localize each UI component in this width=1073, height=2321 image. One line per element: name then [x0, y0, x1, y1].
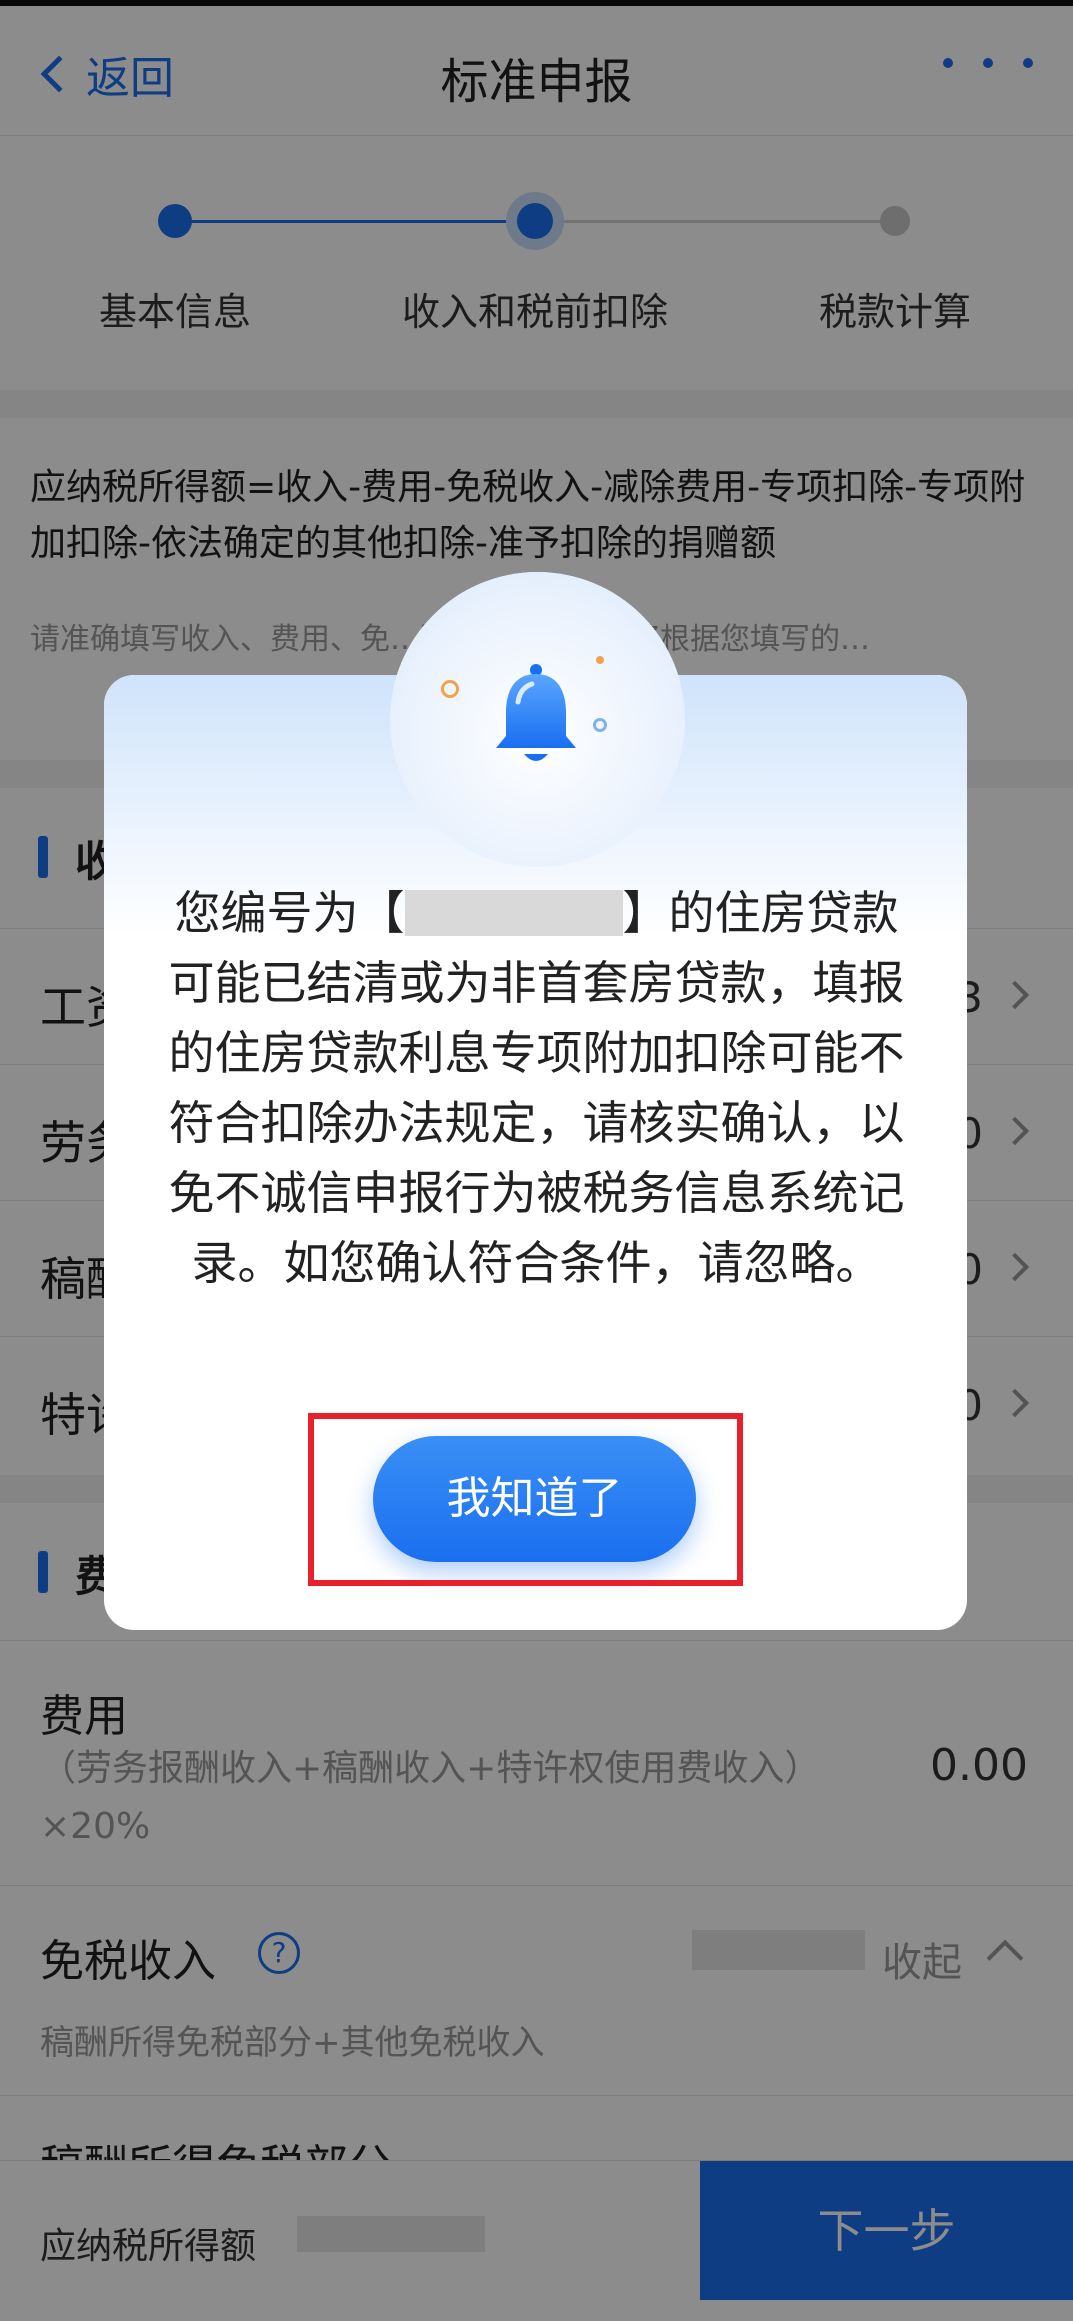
dialog-message-suffix: 】的住房贷款可能已结清或为非首套房贷款，填报的住房贷款利息专项附加扣除可能不符合… — [168, 886, 905, 1290]
dialog-message-prefix: 您编号为【 — [174, 886, 405, 940]
decor-dot-orange — [596, 656, 604, 664]
highlight-annotation-box — [308, 1413, 743, 1586]
redacted-loan-number — [404, 889, 623, 936]
bell-icon — [496, 664, 576, 761]
dialog-message: 您编号为【 】的住房贷款可能已结清或为非首套房贷款，填报的住房贷款利息专项附加扣除… — [160, 878, 913, 1298]
decor-circle-blue — [593, 718, 607, 732]
decor-circle-orange — [441, 680, 459, 698]
